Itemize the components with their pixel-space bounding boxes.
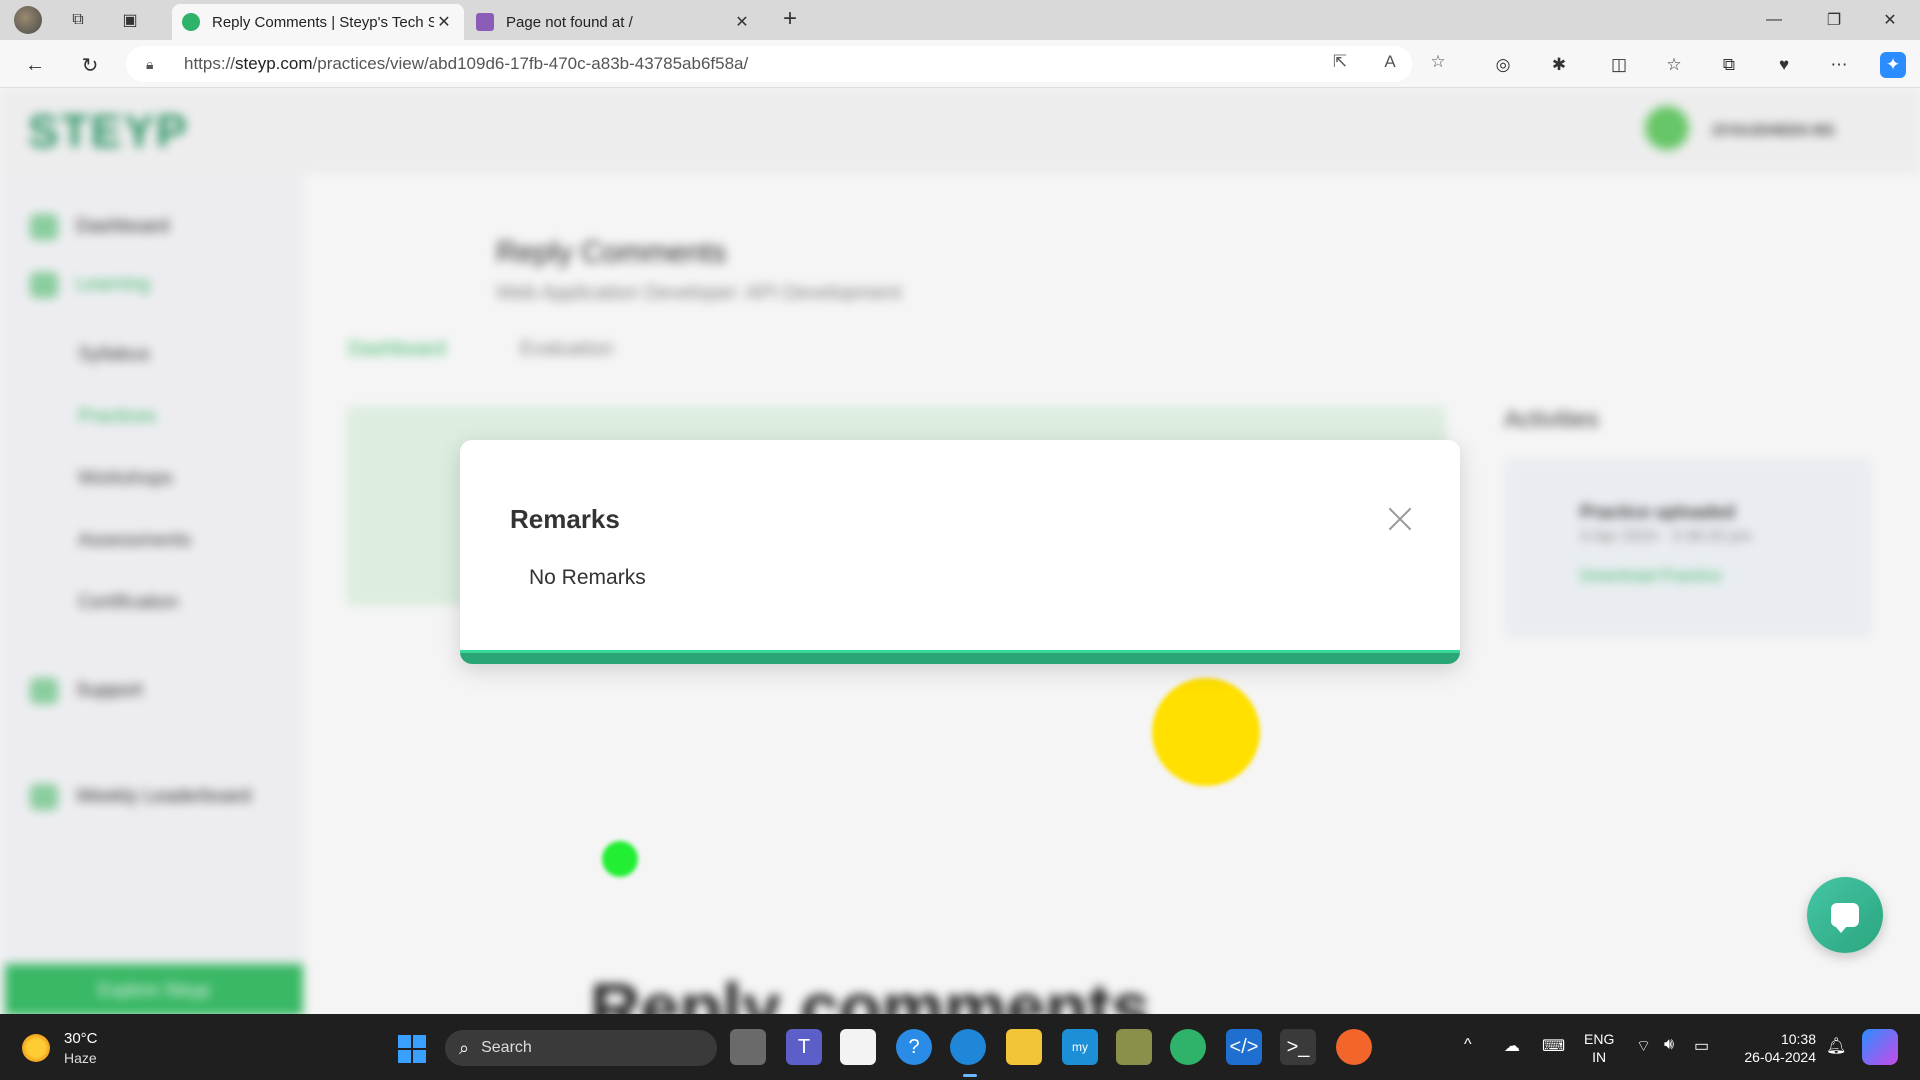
- taskbar-search[interactable]: ⌕ Search: [445, 1030, 717, 1066]
- steyp-favicon-icon: [182, 13, 200, 31]
- lang-region: IN: [1592, 1049, 1607, 1065]
- mylp-icon[interactable]: my: [1062, 1029, 1098, 1065]
- store-icon[interactable]: [840, 1029, 876, 1065]
- language-indicator[interactable]: ENG IN: [1584, 1030, 1614, 1066]
- more-menu-icon[interactable]: ⋯: [1826, 52, 1852, 78]
- vscode-icon[interactable]: </>: [1226, 1029, 1262, 1065]
- help-icon[interactable]: ?: [896, 1029, 932, 1065]
- weather-desc[interactable]: Haze: [64, 1050, 97, 1066]
- close-tab-icon[interactable]: ✕: [434, 12, 454, 32]
- clock[interactable]: 10:38 26-04-2024: [1736, 1030, 1816, 1066]
- close-tab-icon[interactable]: ✕: [732, 12, 752, 32]
- keyboard-icon[interactable]: ⌨: [1542, 1036, 1565, 1056]
- chat-bubble-icon: [1831, 903, 1859, 933]
- browser-essentials-icon[interactable]: ♥: [1771, 52, 1797, 78]
- tracking-icon[interactable]: ◎: [1490, 52, 1516, 78]
- tab-actions-icon[interactable]: ▣: [116, 6, 144, 34]
- decorative-green-dot: [602, 841, 638, 877]
- new-tab-button[interactable]: +: [776, 6, 804, 34]
- tab-page-not-found[interactable]: Page not found at / ✕: [466, 4, 762, 40]
- restore-button[interactable]: ❐: [1806, 0, 1862, 40]
- chat-button[interactable]: [1807, 877, 1883, 953]
- back-button[interactable]: ←: [20, 50, 50, 80]
- tab-title: Reply Comments | Steyp's Tech S: [212, 13, 434, 31]
- favorites-icon[interactable]: ☆: [1661, 52, 1687, 78]
- weather-temp[interactable]: 30°C: [64, 1030, 98, 1047]
- refresh-button[interactable]: ↻: [75, 50, 105, 80]
- tab-reply-comments[interactable]: Reply Comments | Steyp's Tech S ✕: [172, 4, 464, 40]
- clock-date: 26-04-2024: [1744, 1049, 1816, 1065]
- lang-code: ENG: [1584, 1031, 1615, 1047]
- collections-icon[interactable]: ⧉: [1716, 52, 1742, 78]
- search-placeholder: Search: [481, 1039, 532, 1056]
- split-screen-icon[interactable]: ◫: [1606, 52, 1632, 78]
- taskbar: 30°C Haze ⌕ Search T ? my </> >_ ^ ☁ ⌨ E…: [0, 1014, 1920, 1080]
- copilot-taskbar-icon[interactable]: [1862, 1029, 1898, 1065]
- django-favicon-icon: [476, 13, 494, 31]
- notification-bell-icon[interactable]: 🔔︎: [1826, 1036, 1846, 1056]
- extensions-icon[interactable]: ✱: [1546, 52, 1572, 78]
- read-aloud-icon[interactable]: A: [1378, 52, 1402, 76]
- edge-icon[interactable]: [950, 1029, 986, 1065]
- wifi-icon[interactable]: ⌔: [1636, 1036, 1651, 1056]
- close-window-button[interactable]: ✕: [1862, 0, 1918, 40]
- search-icon: ⌕: [459, 1037, 470, 1058]
- open-in-app-icon[interactable]: ⇱: [1328, 52, 1352, 76]
- clock-time: 10:38: [1780, 1031, 1816, 1047]
- terminal-icon[interactable]: >_: [1280, 1029, 1316, 1065]
- minimize-button[interactable]: —: [1746, 0, 1802, 40]
- app-icon[interactable]: [1116, 1029, 1152, 1065]
- battery-icon[interactable]: ▭: [1694, 1036, 1709, 1056]
- browser-toolbar: ← ↻ 🔒︎ https://steyp.com/practices/view/…: [0, 40, 1920, 88]
- task-view-icon[interactable]: [730, 1029, 766, 1065]
- workspaces-icon[interactable]: ⧉: [64, 6, 92, 34]
- favorite-star-icon[interactable]: ☆: [1426, 52, 1450, 76]
- steyp-app-icon[interactable]: [1170, 1029, 1206, 1065]
- copilot-icon[interactable]: ✦: [1880, 52, 1906, 78]
- file-explorer-icon[interactable]: [1006, 1029, 1042, 1065]
- modal-title: Remarks: [510, 504, 620, 534]
- postman-icon[interactable]: [1336, 1029, 1372, 1065]
- url-text[interactable]: https://steyp.com/practices/view/abd109d…: [184, 54, 748, 74]
- volume-icon[interactable]: 🔊︎: [1664, 1036, 1674, 1054]
- modal-accent-bar: [460, 650, 1460, 664]
- browser-tab-strip: ⧉ ▣ Reply Comments | Steyp's Tech S ✕ Pa…: [0, 0, 1920, 40]
- close-icon[interactable]: [1384, 504, 1416, 536]
- remarks-modal: Remarks No Remarks: [460, 440, 1460, 664]
- teams-icon[interactable]: T: [786, 1029, 822, 1065]
- decorative-yellow-dot: [1152, 678, 1260, 786]
- onedrive-icon[interactable]: ☁: [1504, 1036, 1520, 1056]
- chevron-up-icon[interactable]: ^: [1464, 1036, 1472, 1054]
- profile-avatar[interactable]: [14, 6, 42, 34]
- weather-icon[interactable]: [22, 1034, 50, 1062]
- start-button[interactable]: [398, 1035, 426, 1063]
- address-bar[interactable]: 🔒︎ https://steyp.com/practices/view/abd1…: [126, 46, 1446, 82]
- lock-icon[interactable]: 🔒︎: [146, 56, 168, 73]
- tab-title: Page not found at /: [506, 13, 633, 31]
- modal-body-text: No Remarks: [529, 566, 646, 589]
